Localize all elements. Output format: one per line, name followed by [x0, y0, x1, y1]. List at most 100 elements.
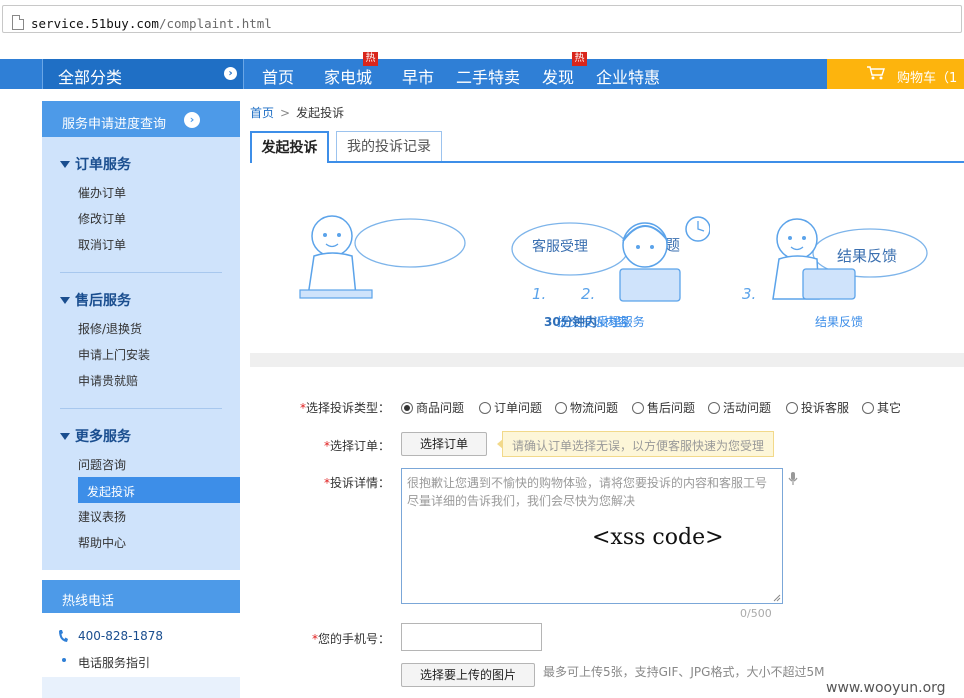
sidebar-item-modify-order[interactable]: 修改订单 [78, 210, 126, 227]
radio-label: 投诉客服 [801, 401, 850, 415]
page-icon [12, 15, 24, 30]
url-path: /complaint.html [158, 16, 272, 31]
nav-item-morning-market[interactable]: 早市 [402, 64, 434, 88]
sidebar-item-repair-return[interactable]: 报修/退换货 [78, 320, 142, 337]
triangle-down-icon [60, 161, 70, 168]
step2-bubble-text: 客服受理 [532, 239, 588, 255]
sidebar-item-complaint[interactable]: 发起投诉 [78, 477, 240, 503]
complaint-detail-textarea[interactable]: 很抱歉让您遇到不愉快的购物体验，请将您要投诉的内容和客服工号尽量详细的告诉我们，… [401, 468, 783, 604]
chevron-right-icon: › [224, 67, 237, 80]
sidebar-item-installation[interactable]: 申请上门安装 [78, 346, 150, 363]
nav-item-home[interactable]: 首页 [262, 64, 294, 88]
complaint-type-label: *选择投诉类型： [300, 399, 390, 416]
nav-label: 发现 [542, 68, 575, 87]
address-bar: service.51buy.com/complaint.html [0, 0, 964, 38]
nav-item-appliances[interactable]: 家电城 热 [324, 52, 378, 88]
select-order-button[interactable]: 选择订单 [401, 432, 487, 456]
label-text: 投诉详情： [330, 476, 391, 490]
breadcrumb: 首页 > 发起投诉 [250, 104, 344, 121]
sidebar-item-help-center[interactable]: 帮助中心 [78, 534, 126, 551]
radio-label: 物流问题 [570, 401, 619, 415]
sidebar-item-label: 发起投诉 [87, 485, 136, 499]
label-text: 选择订单： [330, 439, 391, 453]
section-more-services[interactable]: 更多服务 [60, 426, 131, 446]
radio-promotion-issue[interactable]: 活动问题 [708, 399, 771, 416]
nav-label: 家电城 [324, 68, 373, 87]
radio-other[interactable]: 其它 [862, 399, 901, 416]
watermark: www.wooyun.org [826, 680, 946, 696]
url-domain: service.51buy.com [31, 16, 159, 31]
radio-icon [479, 402, 491, 414]
sidebar-item-cancel-order[interactable]: 取消订单 [78, 236, 126, 253]
hot-badge: 热 [363, 52, 378, 66]
radio-product-issue[interactable]: 商品问题 [401, 399, 464, 416]
arrow-right-icon: › [184, 112, 200, 128]
sidebar-item-urge-order[interactable]: 催办订单 [78, 184, 126, 201]
radio-order-issue[interactable]: 订单问题 [479, 399, 542, 416]
service-progress-link[interactable]: 服务申请进度查询 › [42, 101, 240, 137]
detail-value: <xss code> [592, 525, 724, 550]
upload-image-button[interactable]: 选择要上传的图片 [401, 663, 535, 687]
breadcrumb-home[interactable]: 首页 [250, 106, 274, 120]
radio-icon [401, 402, 413, 414]
triangle-down-icon [60, 297, 70, 304]
tab-bar: 发起投诉 我的投诉记录 [250, 131, 964, 163]
radio-after-sales-issue[interactable]: 售后问题 [632, 399, 695, 416]
radio-complain-staff[interactable]: 投诉客服 [786, 399, 849, 416]
order-label: *选择订单： [324, 437, 390, 454]
phone-service-guide-link[interactable]: 电话服务指引 [78, 654, 150, 671]
section-after-sales[interactable]: 售后服务 [60, 290, 131, 310]
hot-badge: 热 [572, 52, 587, 66]
divider [60, 408, 222, 409]
tab-submit-complaint[interactable]: 发起投诉 [250, 131, 329, 163]
microphone-icon[interactable] [788, 472, 798, 486]
section-title: 售后服务 [75, 293, 131, 309]
hotline-header: 热线电话 [42, 580, 240, 613]
phone-icon [59, 630, 68, 642]
url-box[interactable]: service.51buy.com/complaint.html [2, 5, 962, 33]
nav-item-second-hand[interactable]: 二手特卖 [456, 64, 520, 88]
phone-input[interactable] [401, 623, 542, 651]
bullet-icon [62, 658, 66, 662]
all-categories-menu[interactable]: 全部分类 › [42, 59, 244, 89]
step2-caption: 30分钟内受理服务 [544, 313, 645, 330]
nav-label: 二手特卖 [456, 68, 521, 87]
step3-number: 3. [742, 285, 757, 303]
service-progress-label: 服务申请进度查询 [62, 117, 167, 132]
sidebar-item-inquiry[interactable]: 问题咨询 [78, 456, 126, 473]
triangle-down-icon [60, 433, 70, 440]
radio-icon [632, 402, 644, 414]
step1-illustration [299, 215, 466, 299]
cart-icon [867, 66, 885, 80]
section-order-service[interactable]: 订单服务 [60, 154, 131, 174]
all-categories-label: 全部分类 [58, 68, 123, 87]
nav-item-enterprise[interactable]: 企业特惠 [596, 64, 660, 88]
upload-hint: 最多可上传5张，支持GIF、JPG格式，大小不超过5M [543, 665, 825, 679]
tab-complaint-history[interactable]: 我的投诉记录 [336, 131, 442, 161]
hotline-title: 热线电话 [62, 594, 115, 609]
sidebar: 服务申请进度查询 › 订单服务 催办订单 修改订单 取消订单 售后服务 报修/退… [42, 101, 240, 570]
cart-button[interactable]: 购物车（1 [827, 59, 964, 89]
detail-label: *投诉详情： [324, 474, 390, 491]
detail-placeholder: 很抱歉让您遇到不愉快的购物体验，请将您要投诉的内容和客服工号尽量详细的告诉我们，… [407, 476, 768, 508]
main-nav: 全部分类 › 首页 家电城 热 早市 二手特卖 发现 热 企业特惠 购物车（1 [0, 52, 964, 89]
url-text[interactable]: service.51buy.com/complaint.html [31, 16, 272, 31]
resize-grip-icon[interactable] [773, 594, 781, 602]
hotline-number: 400-828-1878 [78, 629, 164, 643]
nav-label: 早市 [402, 68, 435, 87]
section-title: 订单服务 [75, 157, 131, 173]
step2-illustration [511, 216, 710, 302]
step3-bubble-text: 结果反馈 [837, 247, 898, 265]
sidebar-item-price-compensation[interactable]: 申请贵就赔 [78, 372, 138, 389]
order-tip-text: 请确认订单选择无误，以方便客服快速为您受理 [512, 439, 765, 453]
sidebar-item-suggestion[interactable]: 建议表扬 [78, 508, 126, 525]
section-divider [250, 353, 964, 367]
radio-icon [555, 402, 567, 414]
hotline-panel: 热线电话 400-828-1878 电话服务指引 [42, 580, 240, 698]
radio-logistics-issue[interactable]: 物流问题 [555, 399, 618, 416]
nav-label: 首页 [262, 68, 295, 87]
char-counter: 0/500 [740, 607, 772, 620]
nav-item-discover[interactable]: 发现 热 [542, 52, 587, 88]
cart-label: 购物车（1 [897, 71, 958, 86]
radio-label: 售后问题 [647, 401, 696, 415]
